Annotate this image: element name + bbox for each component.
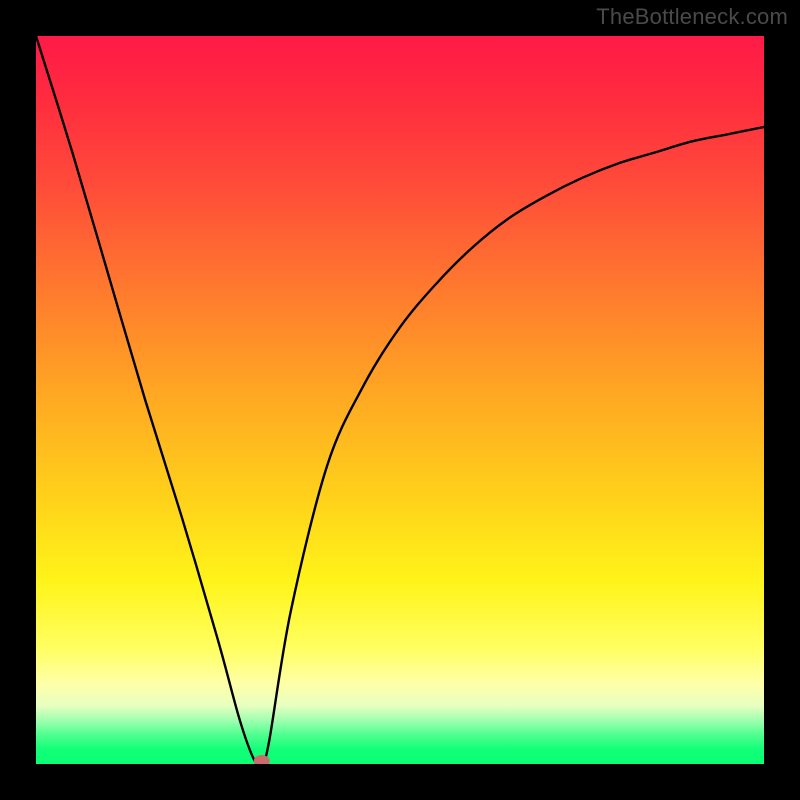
chart-frame: TheBottleneck.com bbox=[0, 0, 800, 800]
bottleneck-curve bbox=[36, 36, 764, 764]
curve-svg bbox=[36, 36, 764, 764]
minimum-marker bbox=[254, 755, 270, 764]
watermark-text: TheBottleneck.com bbox=[596, 4, 788, 30]
plot-area bbox=[36, 36, 764, 764]
